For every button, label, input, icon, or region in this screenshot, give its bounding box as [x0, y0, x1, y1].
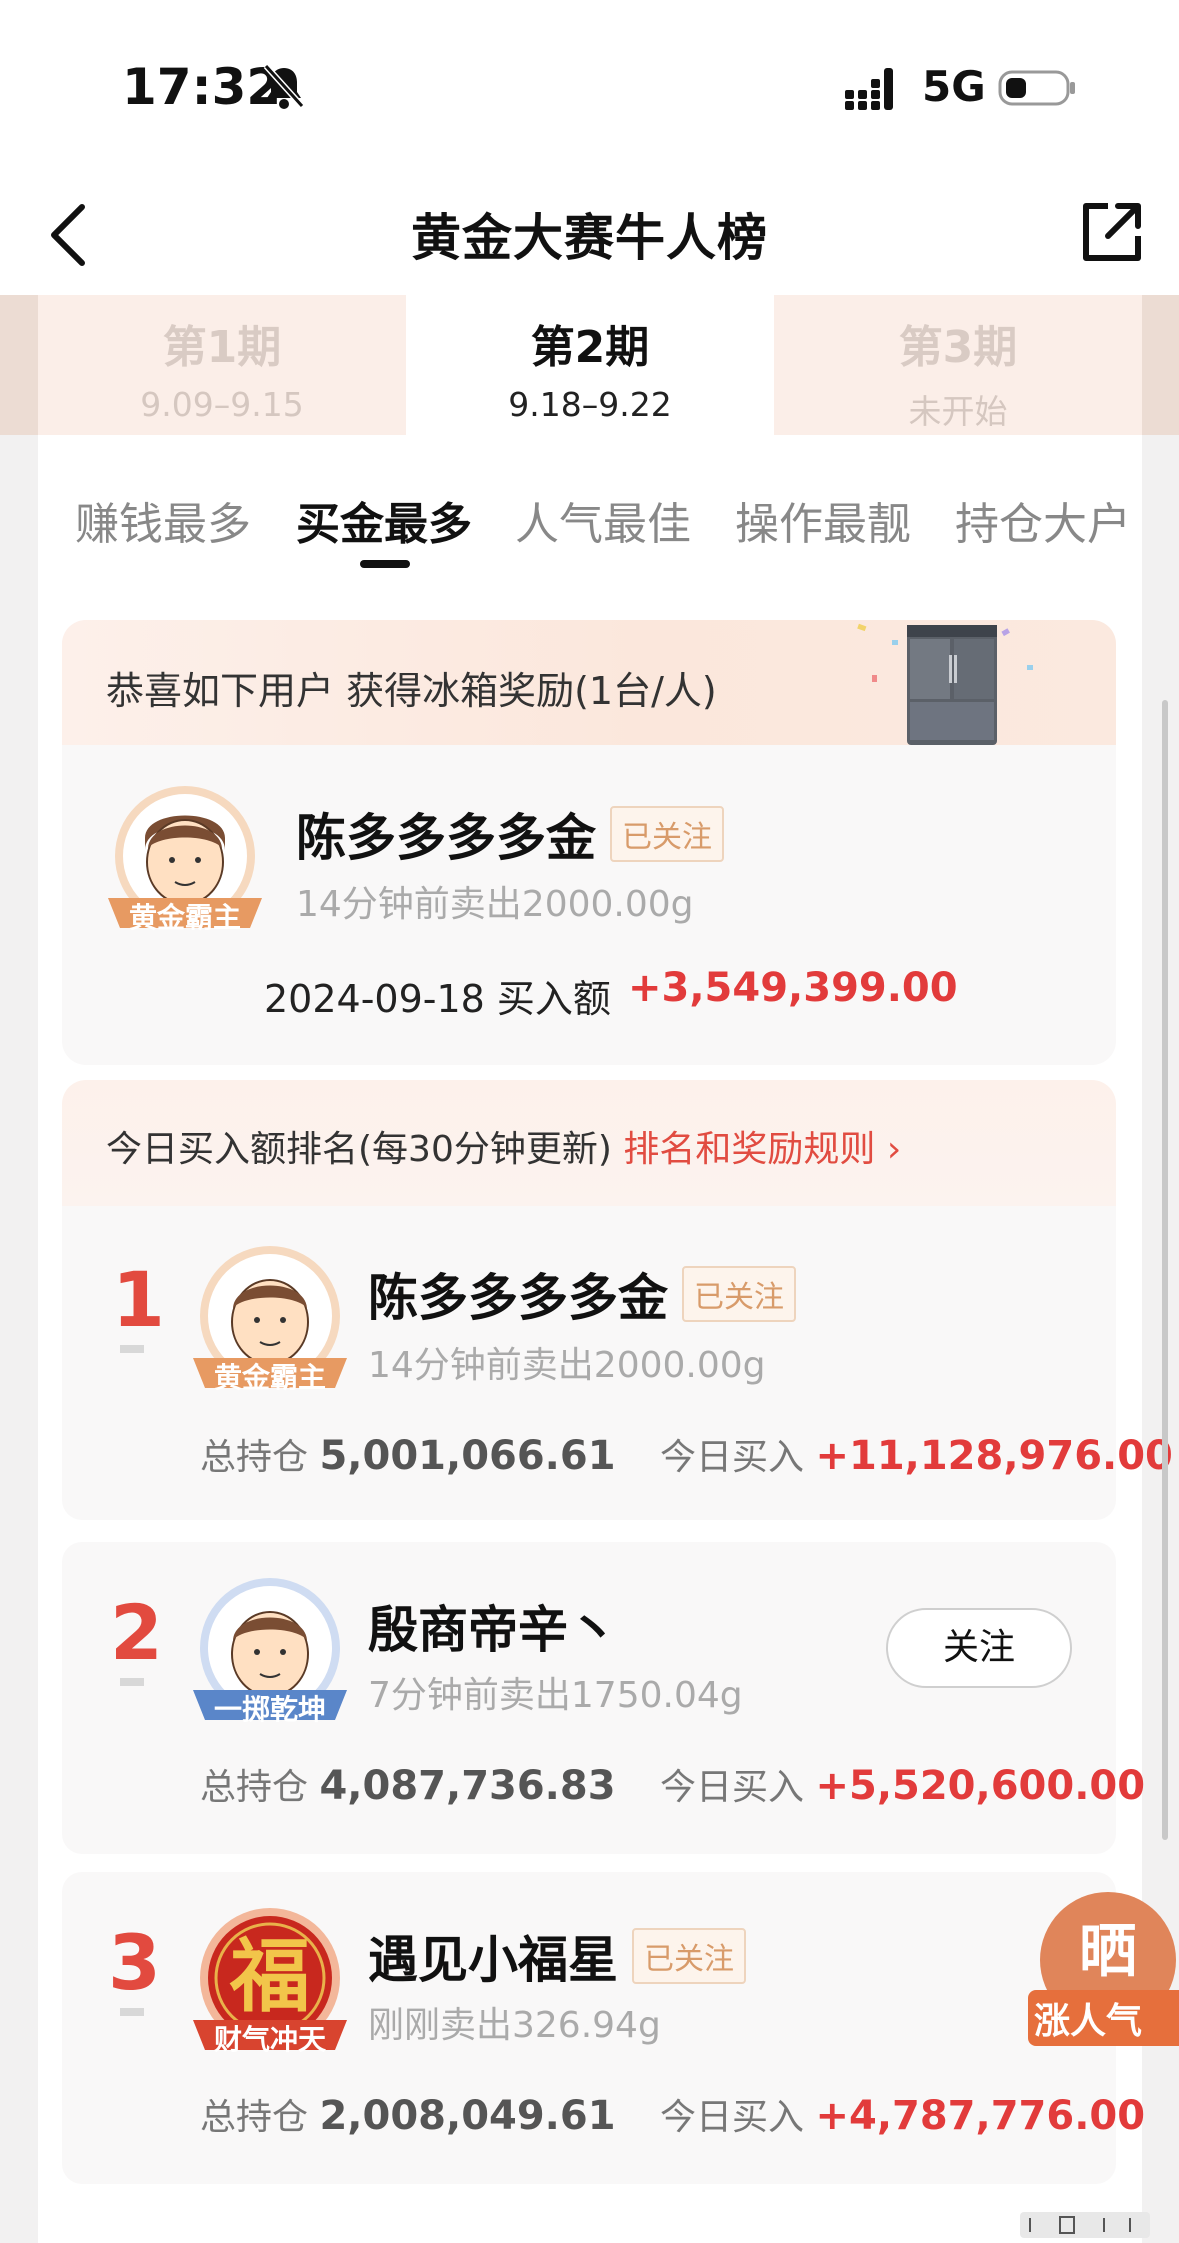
svg-text:福: 福	[229, 1930, 310, 2023]
ranking-header-text: 今日买入额排名(每30分钟更新) 排名和奖励规则 ›	[106, 1120, 901, 1172]
status-time: 17:32	[122, 58, 282, 116]
avatar-rank-1[interactable]: 黄金霸主	[185, 1238, 355, 1408]
holding-value: 5,001,066.61	[319, 1433, 616, 1479]
battery-icon	[998, 70, 1075, 106]
winner-name[interactable]: 陈多多多多金	[296, 798, 596, 870]
rules-link-label: 排名和奖励规则	[623, 1129, 876, 1170]
mute-bell-icon	[263, 63, 305, 109]
today-buy: 今日买入 +11,128,976.00	[660, 1428, 1173, 1480]
signal-icon	[845, 68, 893, 110]
tab-period-3[interactable]: 第3期 未开始	[774, 295, 1142, 435]
rank-change-indicator	[120, 2008, 144, 2016]
today-buy: 今日买入 +4,787,776.00	[660, 2088, 1145, 2140]
avatar-rank-2[interactable]: 一掷乾坤	[185, 1570, 355, 1740]
today-buy-label: 今日买入	[660, 1437, 805, 1478]
chevron-right-icon: ›	[886, 1129, 902, 1170]
followed-tag[interactable]: 已关注	[632, 1928, 746, 1984]
home-indicator-icon	[1020, 2212, 1150, 2238]
avatar-winner[interactable]: 黄金霸主	[100, 778, 270, 948]
ranking-header: 今日买入额排名(每30分钟更新) 排名和奖励规则 ›	[62, 1080, 1116, 1206]
rank-change-indicator	[120, 1345, 144, 1353]
period-label: 第1期	[162, 322, 282, 373]
today-buy-label: 今日买入	[660, 2097, 805, 2138]
award-header: 恭喜如下用户 获得冰箱奖励(1台/人)	[62, 620, 1116, 745]
total-holding: 总持仓 5,001,066.61	[200, 1428, 616, 1480]
user-name[interactable]: 殷商帝辛丶	[368, 1590, 618, 1662]
badge-title: 黄金霸主	[128, 901, 241, 934]
total-holding: 总持仓 4,087,736.83	[200, 1758, 616, 1810]
tab-period-1[interactable]: 第1期 9.09–9.15	[38, 295, 406, 435]
today-buy-value: +4,787,776.00	[815, 2093, 1146, 2139]
winner-date-label: 2024-09-18 买入额	[264, 977, 611, 1021]
rules-link[interactable]: 排名和奖励规则 ›	[623, 1129, 901, 1170]
active-tab-indicator	[360, 560, 410, 568]
tab-side-left	[0, 295, 38, 435]
followed-tag[interactable]: 已关注	[610, 806, 724, 862]
period-label: 第3期	[898, 322, 1018, 373]
today-buy-value: +11,128,976.00	[815, 1433, 1173, 1479]
avatar-rank-3[interactable]: 福 财气冲天	[185, 1900, 355, 2070]
tab-best-operation[interactable]: 操作最靓	[735, 488, 911, 552]
rank-number: 3	[108, 1918, 161, 2007]
winner-activity: 14分钟前卖出2000.00g	[296, 884, 694, 925]
user-name[interactable]: 遇见小福星	[368, 1920, 618, 1992]
tab-most-popular[interactable]: 人气最佳	[515, 488, 691, 552]
nav-bar: 黄金大赛牛人榜	[0, 170, 1179, 295]
period-dates: 9.09–9.15	[140, 385, 304, 424]
share-popularity-button[interactable]: 晒 涨人气	[1028, 1890, 1179, 2046]
period-dates: 未开始	[908, 392, 1008, 431]
page-title: 黄金大赛牛人榜	[411, 209, 768, 267]
user-name[interactable]: 陈多多多多金	[368, 1258, 668, 1330]
tab-side-right	[1142, 295, 1179, 435]
rank-number: 1	[112, 1255, 165, 1344]
holding-label: 总持仓	[200, 1437, 309, 1478]
tab-buy-most[interactable]: 买金最多	[296, 488, 472, 552]
scrollbar[interactable]	[1162, 700, 1168, 1840]
user-activity: 刚刚卖出326.94g	[368, 2005, 661, 2046]
share-char: 晒	[1078, 1917, 1137, 1985]
period-dates: 9.18–9.22	[508, 385, 672, 424]
rank-number: 2	[110, 1588, 163, 1677]
user-activity: 7分钟前卖出1750.04g	[368, 1675, 743, 1716]
status-bar: 17:32 5G	[0, 0, 1179, 170]
period-label: 第2期	[530, 322, 650, 373]
tab-largest-holder[interactable]: 持仓大户	[955, 488, 1131, 552]
holding-value: 2,008,049.61	[319, 2093, 616, 2139]
followed-tag[interactable]: 已关注	[682, 1266, 796, 1322]
fridge-icon	[857, 623, 1033, 745]
award-text: 恭喜如下用户 获得冰箱奖励(1台/人)	[106, 669, 717, 713]
share-icon[interactable]	[1078, 198, 1146, 266]
rank-change-indicator	[120, 1678, 144, 1686]
badge-title: 黄金霸主	[213, 1361, 326, 1394]
tab-earn-most[interactable]: 赚钱最多	[75, 488, 251, 552]
today-buy-label: 今日买入	[660, 1767, 805, 1808]
today-buy: 今日买入 +5,520,600.00	[660, 1758, 1145, 1810]
follow-button[interactable]: 关注	[886, 1608, 1072, 1688]
badge-title: 一掷乾坤	[213, 1693, 326, 1726]
holding-label: 总持仓	[200, 1767, 309, 1808]
winner-amount: +3,549,399.00	[628, 965, 958, 1011]
user-activity: 14分钟前卖出2000.00g	[368, 1345, 766, 1386]
share-popularity-label: 涨人气	[1028, 1990, 1179, 2046]
today-buy-value: +5,520,600.00	[815, 1763, 1146, 1809]
holding-label: 总持仓	[200, 2097, 309, 2138]
total-holding: 总持仓 2,008,049.61	[200, 2088, 616, 2140]
tab-period-2[interactable]: 第2期 9.18–9.22	[406, 295, 774, 435]
holding-value: 4,087,736.83	[319, 1763, 616, 1809]
network-type: 5G	[922, 62, 986, 111]
badge-title: 财气冲天	[213, 2023, 326, 2056]
ranking-title: 今日买入额排名(每30分钟更新)	[106, 1129, 612, 1170]
